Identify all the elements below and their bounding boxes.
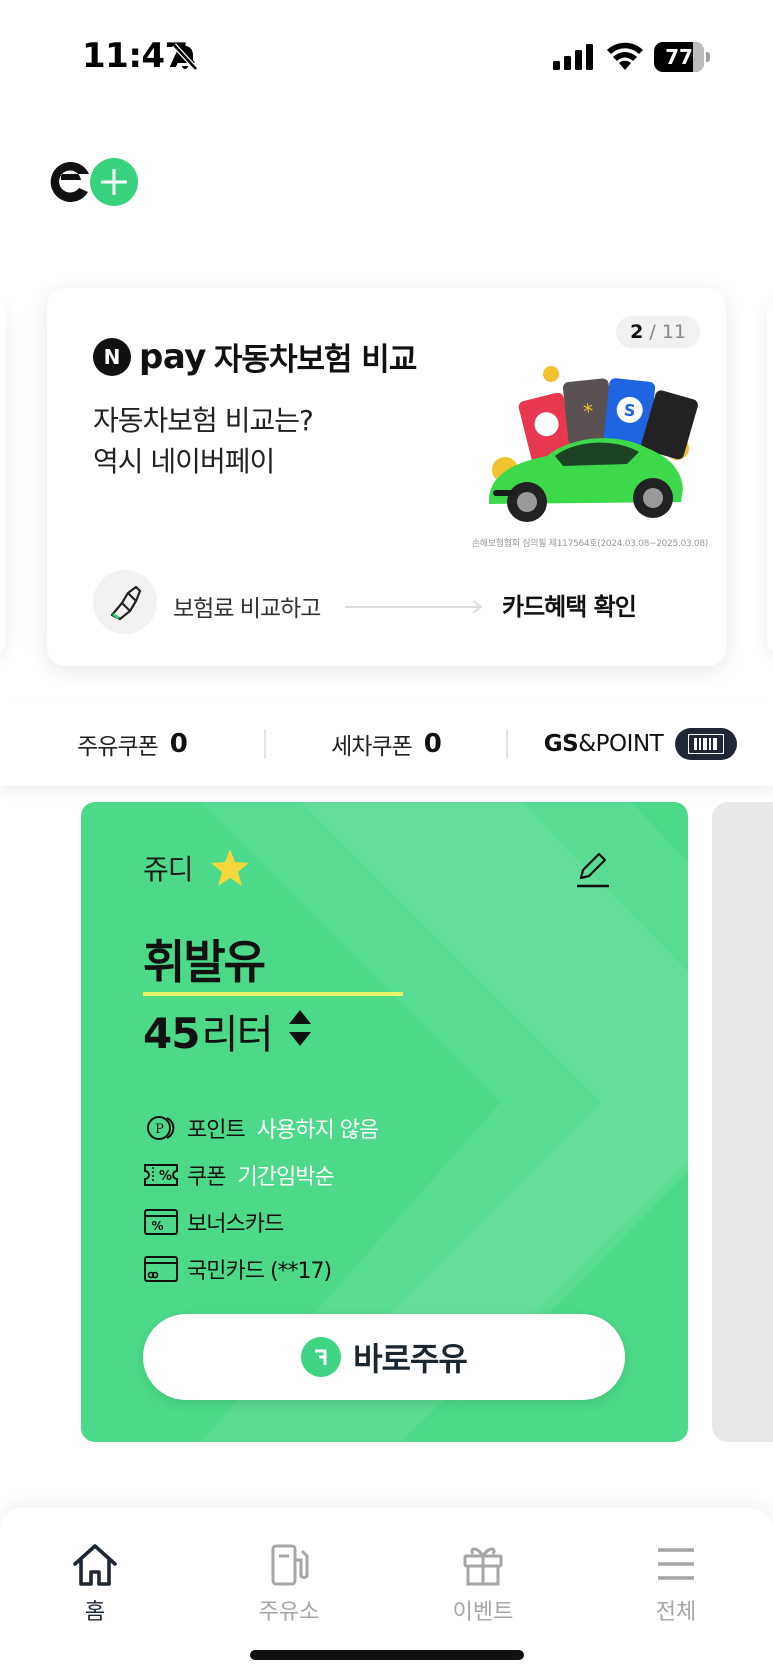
banner-title: 자동차보험 비교 <box>213 342 417 378</box>
naver-n-icon: N <box>93 337 131 376</box>
star-icon[interactable] <box>209 848 251 888</box>
fuel-brand-icon <box>301 1337 342 1377</box>
banner-next-peek[interactable] <box>767 300 773 654</box>
promo-banner[interactable]: 2 / 11 N pay 자동차보험 비교 자동차보험 비교는? 역시 네이버페… <box>47 288 726 666</box>
option-bonus-card[interactable]: % 보너스카드 <box>143 1206 284 1238</box>
fuel-coupon-count[interactable]: 주유쿠폰 0 <box>77 727 188 761</box>
fuel-nozzle-icon <box>93 570 157 634</box>
point-coin-icon: P <box>147 1116 175 1140</box>
home-icon <box>73 1544 117 1586</box>
option-point[interactable]: P 포인트 사용하지 않음 <box>143 1112 379 1144</box>
gift-icon <box>463 1547 503 1586</box>
next-card-peek[interactable] <box>712 802 773 1442</box>
amount-stepper-icon[interactable] <box>287 1008 313 1048</box>
credit-card-icon <box>144 1256 178 1282</box>
edit-pencil-icon[interactable] <box>575 850 611 890</box>
step-from-label: 보험료 비교하고 <box>173 596 321 622</box>
fuel-underline <box>143 992 403 996</box>
banner-description: 자동차보험 비교는? 역시 네이버페이 <box>93 404 314 478</box>
app-logo <box>50 158 138 206</box>
gs-point-label: GS&POINT <box>543 731 664 757</box>
banner-pager: 2 / 11 <box>616 316 700 348</box>
wifi-icon <box>607 42 643 70</box>
vehicle-name: 쥬디 <box>143 853 194 886</box>
bonus-card-icon: % <box>144 1209 178 1235</box>
nav-event[interactable]: 이벤트 <box>423 1542 543 1626</box>
menu-icon <box>658 1548 694 1580</box>
arrow-right-icon <box>345 600 483 614</box>
coupon-summary-bar: 주유쿠폰 0 세차쿠폰 0 GS&POINT <box>0 702 773 786</box>
coupon-icon: % <box>144 1164 178 1186</box>
svg-text:%: % <box>159 1169 172 1184</box>
banner-prev-peek[interactable] <box>0 300 6 654</box>
barcode-icon[interactable] <box>675 728 738 760</box>
nav-menu[interactable]: 전체 <box>616 1542 736 1626</box>
cellular-signal-icon <box>553 44 593 70</box>
fuel-pump-icon <box>271 1544 309 1586</box>
banner-heading: N pay 자동차보험 비교 <box>93 334 417 379</box>
nav-home[interactable]: 홈 <box>35 1542 155 1626</box>
battery-indicator: 77 <box>654 42 710 72</box>
bell-muted-icon <box>172 43 198 71</box>
fuel-type: 휘발유 <box>143 935 266 989</box>
option-credit-card[interactable]: 국민카드 (**17) <box>143 1253 332 1285</box>
gs-point-button[interactable]: GS&POINT <box>508 728 773 760</box>
fuel-amount: 45 리터 <box>143 1009 274 1058</box>
svg-text:S: S <box>623 400 636 420</box>
svg-text:%: % <box>151 1219 163 1233</box>
quick-fuel-card: 쥬디 휘발유 45 리터 P 포인트 사용하지 않음 % 쿠폰 기간임박순 % 보너스… <box>81 802 688 1442</box>
naver-pay-wordmark: pay <box>139 336 206 377</box>
svg-text:P: P <box>155 1122 164 1137</box>
car-insurance-illustration: * S <box>489 366 698 522</box>
banner-fine-print: 손해보험협회 심의필 제117564호(2024.03.08~2025.03.0… <box>471 539 708 549</box>
nav-gas-station[interactable]: 주유소 <box>229 1542 349 1626</box>
step-to-label: 카드혜택 확인 <box>502 593 637 621</box>
home-indicator <box>250 1650 524 1660</box>
wash-coupon-count[interactable]: 세차쿠폰 0 <box>331 727 442 761</box>
quick-fuel-button[interactable]: 바로주유 <box>143 1314 625 1400</box>
option-coupon[interactable]: % 쿠폰 기간임박순 <box>143 1159 335 1191</box>
